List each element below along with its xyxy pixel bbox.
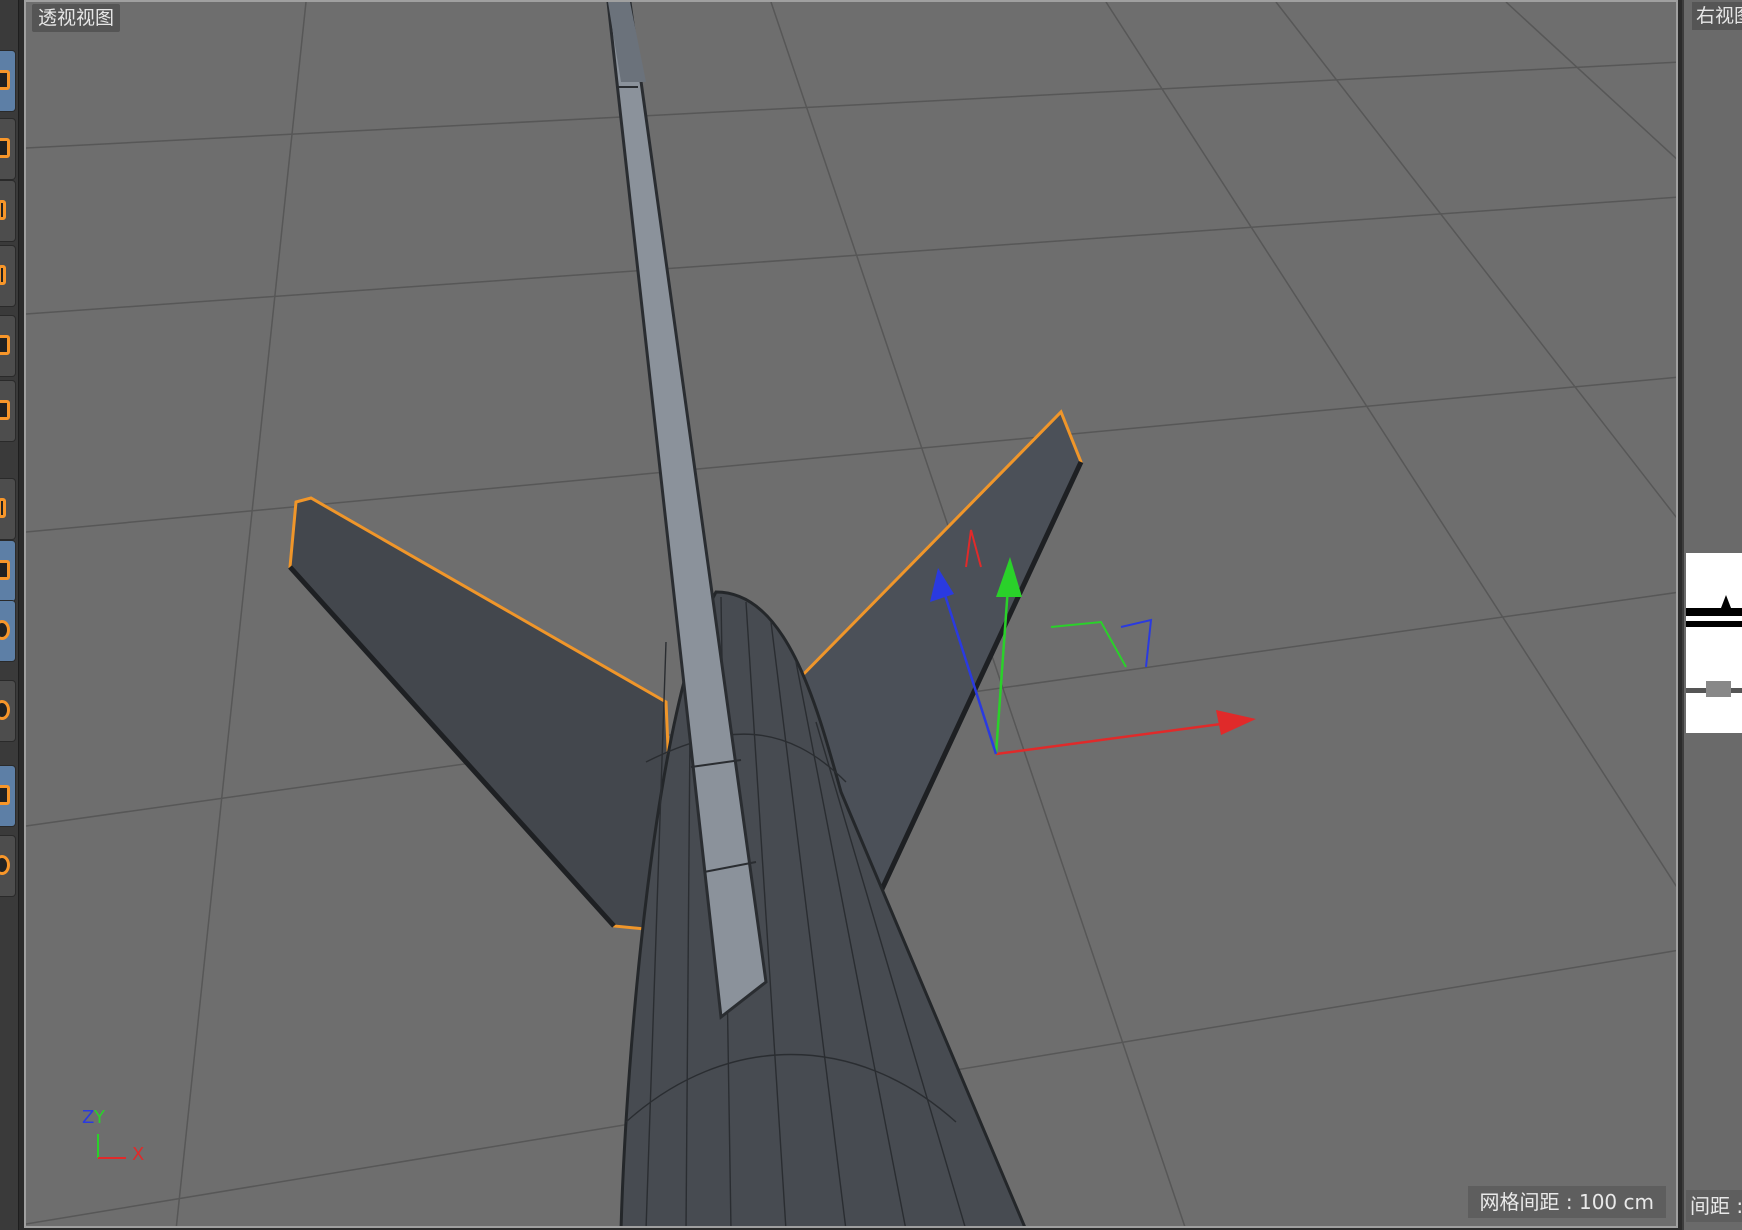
right-viewport[interactable]: 右视图 间距 : [1682,0,1742,1230]
tool-button-cylinder[interactable] [0,315,16,377]
cube-icon [0,70,10,90]
tool-button-subdivision[interactable] [0,540,16,602]
tail-fin-left[interactable] [288,496,678,934]
tool-button-plane[interactable] [0,180,16,242]
axis-y-label: Y [93,1107,106,1128]
scene-icon [0,785,10,805]
tool-button-deformer[interactable] [0,680,16,742]
right-view-preview [1686,553,1742,733]
light-icon [0,855,10,875]
viewport-title[interactable]: 透视视图 [32,4,121,32]
camera-icon [0,138,10,158]
sphere-icon [0,620,10,640]
tool-button-box[interactable] [0,380,16,442]
subdivision-icon [0,560,10,580]
right-grid-spacing-readout: 间距 : [1686,1190,1742,1222]
perspective-viewport[interactable]: Z Y X 透视视图 网格间距 : 100 cm [24,0,1678,1228]
axis-z-label: Z [82,1107,94,1128]
x-axis-arrow[interactable] [1216,710,1256,735]
viewport-canvas[interactable]: Z Y X [26,2,1678,1228]
tool-button-spline-pen[interactable] [0,245,16,307]
box-icon [0,400,10,420]
cylinder-icon [0,335,10,355]
axis-x-label: X [132,1144,144,1165]
arrow-icon [0,498,6,518]
tool-button-camera[interactable] [0,118,16,180]
tool-button-cube[interactable] [0,50,16,112]
spline-pen-icon [0,265,6,285]
tool-button-sphere[interactable] [0,600,16,662]
tool-button-light[interactable] [0,835,16,897]
tool-button-arrow[interactable] [0,478,16,540]
world-axis-indicator: Z Y X [82,1107,144,1165]
right-viewport-title[interactable]: 右视图 [1692,2,1742,30]
grid-spacing-readout: 网格间距 : 100 cm [1467,1186,1666,1218]
tool-button-scene[interactable] [0,765,16,827]
left-toolbar [0,0,19,1230]
plane-icon [0,200,6,220]
deformer-icon [0,700,10,720]
